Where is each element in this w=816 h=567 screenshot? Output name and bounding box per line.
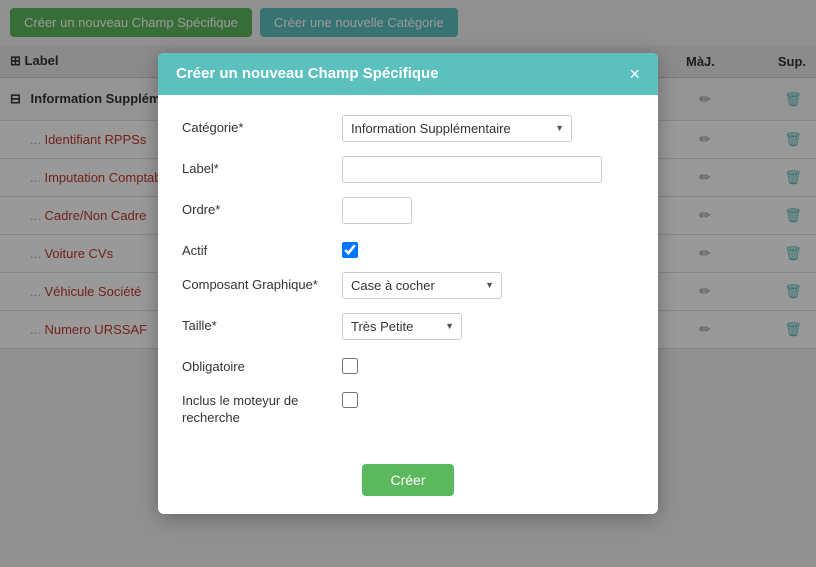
actif-checkbox[interactable] (342, 242, 358, 258)
composant-select-wrapper: Case à cocher Champ texte Liste déroulan… (342, 272, 502, 299)
moteur-label: Inclus le moteyur de recherche (182, 388, 342, 427)
modal-header: Créer un nouveau Champ Spécifique × (158, 53, 658, 95)
label-input[interactable] (342, 156, 602, 183)
create-button[interactable]: Créer (362, 464, 453, 496)
categorie-select[interactable]: Information Supplémentaire (342, 115, 572, 142)
form-row-ordre: Ordre* (182, 197, 634, 224)
categorie-select-wrapper: Information Supplémentaire (342, 115, 572, 142)
categorie-label: Catégorie* (182, 115, 342, 135)
label-label: Label* (182, 156, 342, 176)
taille-select[interactable]: Très Petite Petite Moyenne Grande (342, 313, 462, 340)
form-row-categorie: Catégorie* Information Supplémentaire (182, 115, 634, 142)
ordre-input[interactable] (342, 197, 412, 224)
ordre-label: Ordre* (182, 197, 342, 217)
modal-body: Catégorie* Information Supplémentaire La… (158, 95, 658, 455)
taille-label: Taille* (182, 313, 342, 333)
modal-title: Créer un nouveau Champ Spécifique (176, 65, 439, 82)
form-row-composant: Composant Graphique* Case à cocher Champ… (182, 272, 634, 299)
taille-select-wrapper: Très Petite Petite Moyenne Grande (342, 313, 462, 340)
form-row-obligatoire: Obligatoire (182, 354, 634, 374)
composant-select[interactable]: Case à cocher Champ texte Liste déroulan… (342, 272, 502, 299)
moteur-checkbox[interactable] (342, 392, 358, 408)
modal-footer: Créer (158, 454, 658, 514)
form-row-moteur: Inclus le moteyur de recherche (182, 388, 634, 427)
modal-overlay: Créer un nouveau Champ Spécifique × Caté… (0, 0, 816, 567)
actif-label: Actif (182, 238, 342, 258)
obligatoire-checkbox[interactable] (342, 358, 358, 374)
composant-label: Composant Graphique* (182, 272, 342, 292)
form-row-actif: Actif (182, 238, 634, 258)
modal-close-btn[interactable]: × (629, 65, 640, 83)
modal-dialog: Créer un nouveau Champ Spécifique × Caté… (158, 53, 658, 515)
obligatoire-label: Obligatoire (182, 354, 342, 374)
form-row-taille: Taille* Très Petite Petite Moyenne Grand… (182, 313, 634, 340)
form-row-label: Label* (182, 156, 634, 183)
